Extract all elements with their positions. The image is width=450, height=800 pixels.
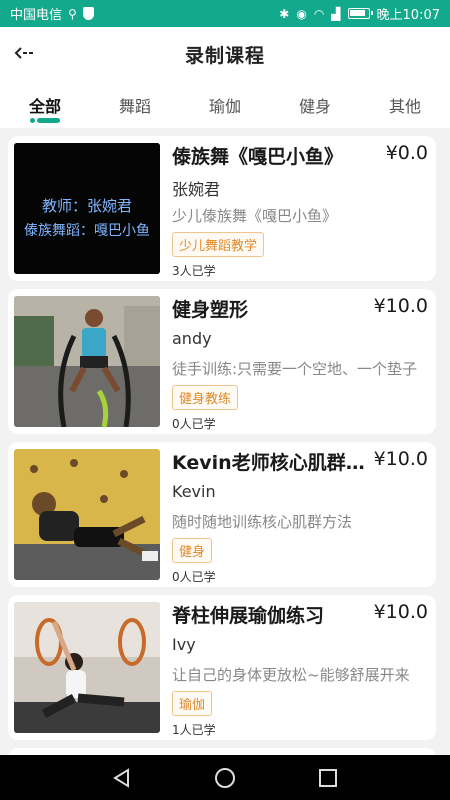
course-price: ¥10.0 bbox=[373, 448, 428, 470]
course-card[interactable]: 教师：张婉君 傣族舞蹈：嘎巴小鱼 傣族舞《嘎巴小鱼》 ¥0.0 张婉君 少儿傣族… bbox=[8, 136, 436, 281]
learner-count: 1人已学 bbox=[172, 723, 216, 737]
clock-time: 晚上10:07 bbox=[376, 8, 440, 23]
signal-icon: ▟ bbox=[331, 6, 341, 21]
course-author: andy bbox=[172, 329, 212, 348]
shield-icon bbox=[82, 7, 94, 20]
course-thumbnail bbox=[14, 449, 160, 580]
page-title: 录制课程 bbox=[184, 44, 265, 67]
course-author: Kevin bbox=[172, 482, 216, 501]
course-list: 教师：张婉君 傣族舞蹈：嘎巴小鱼 傣族舞《嘎巴小鱼》 ¥0.0 张婉君 少儿傣族… bbox=[0, 128, 450, 755]
tab-all[interactable]: 全部 bbox=[0, 81, 90, 128]
course-card-partial[interactable] bbox=[8, 748, 436, 755]
course-title: Kevin老师核心肌群训练 bbox=[172, 452, 372, 474]
nav-back-button[interactable] bbox=[102, 758, 142, 798]
course-thumbnail bbox=[14, 296, 160, 427]
course-price: ¥10.0 bbox=[373, 601, 428, 623]
thumb-teacher-text: 教师：张婉君 bbox=[42, 197, 132, 215]
bluetooth-icon: ✱ bbox=[279, 6, 290, 21]
course-price: ¥0.0 bbox=[385, 142, 428, 164]
tab-label: 其他 bbox=[388, 96, 421, 116]
course-author: Ivy bbox=[172, 635, 196, 654]
circle-home-icon bbox=[214, 767, 235, 788]
triangle-back-icon bbox=[112, 767, 129, 788]
category-tabs: 全部 舞蹈 瑜伽 健身 其他 bbox=[0, 81, 450, 128]
learner-count: 0人已学 bbox=[172, 417, 216, 431]
course-title: 脊柱伸展瑜伽练习 bbox=[172, 605, 325, 627]
tab-label: 瑜伽 bbox=[208, 96, 241, 116]
learner-count: 0人已学 bbox=[172, 570, 216, 584]
course-description: 让自己的身体更放松~能够舒展开来 bbox=[172, 666, 410, 684]
usb-icon: ⚲ bbox=[68, 6, 77, 21]
tab-label: 全部 bbox=[28, 96, 61, 116]
course-tag: 瑜伽 bbox=[172, 691, 213, 716]
course-description: 徒手训练:只需要一个空地、一个垫子 bbox=[172, 360, 418, 378]
nav-recents-button[interactable] bbox=[308, 758, 348, 798]
eye-icon: ◉ bbox=[296, 6, 307, 21]
system-nav-bar bbox=[0, 755, 450, 800]
tab-fitness[interactable]: 健身 bbox=[270, 81, 360, 128]
learner-count: 3人已学 bbox=[172, 264, 216, 278]
course-price: ¥10.0 bbox=[373, 295, 428, 317]
course-tag: 少儿舞蹈教学 bbox=[172, 232, 265, 257]
tab-dance[interactable]: 舞蹈 bbox=[90, 81, 180, 128]
square-recents-icon bbox=[319, 768, 338, 787]
course-thumbnail: 教师：张婉君 傣族舞蹈：嘎巴小鱼 bbox=[14, 143, 160, 274]
course-card[interactable]: Kevin老师核心肌群训练 ¥10.0 Kevin 随时随地训练核心肌群方法 健… bbox=[8, 442, 436, 587]
nav-home-button[interactable] bbox=[205, 758, 245, 798]
status-bar: 中国电信 ⚲ ✱ ◉ ◠ ▟ 晚上10:07 bbox=[0, 0, 450, 27]
wifi-icon: ◠ bbox=[313, 6, 325, 21]
tab-yoga[interactable]: 瑜伽 bbox=[180, 81, 270, 128]
course-author: 张婉君 bbox=[172, 180, 221, 199]
course-card[interactable]: 脊柱伸展瑜伽练习 ¥10.0 Ivy 让自己的身体更放松~能够舒展开来 瑜伽 1… bbox=[8, 595, 436, 740]
tab-other[interactable]: 其他 bbox=[360, 81, 450, 128]
tab-label: 舞蹈 bbox=[118, 96, 151, 116]
course-description: 随时随地训练核心肌群方法 bbox=[172, 513, 353, 531]
thumb-dance-text: 傣族舞蹈：嘎巴小鱼 bbox=[24, 222, 150, 239]
course-card[interactable]: 健身塑形 ¥10.0 andy 徒手训练:只需要一个空地、一个垫子 健身教练 0… bbox=[8, 289, 436, 434]
course-title: 健身塑形 bbox=[172, 299, 249, 321]
tab-active-indicator bbox=[30, 118, 60, 123]
back-arrow-icon bbox=[14, 47, 33, 59]
course-thumbnail bbox=[14, 602, 160, 733]
tab-label: 健身 bbox=[298, 96, 331, 116]
course-description: 少儿傣族舞《嘎巴小鱼》 bbox=[172, 207, 338, 225]
back-button[interactable] bbox=[14, 43, 36, 63]
carrier-label: 中国电信 bbox=[10, 8, 63, 23]
course-tag: 健身 bbox=[172, 538, 213, 563]
app-header: 录制课程 bbox=[0, 27, 450, 81]
course-tag: 健身教练 bbox=[172, 385, 239, 410]
course-title: 傣族舞《嘎巴小鱼》 bbox=[172, 146, 344, 168]
battery-icon bbox=[347, 8, 373, 19]
